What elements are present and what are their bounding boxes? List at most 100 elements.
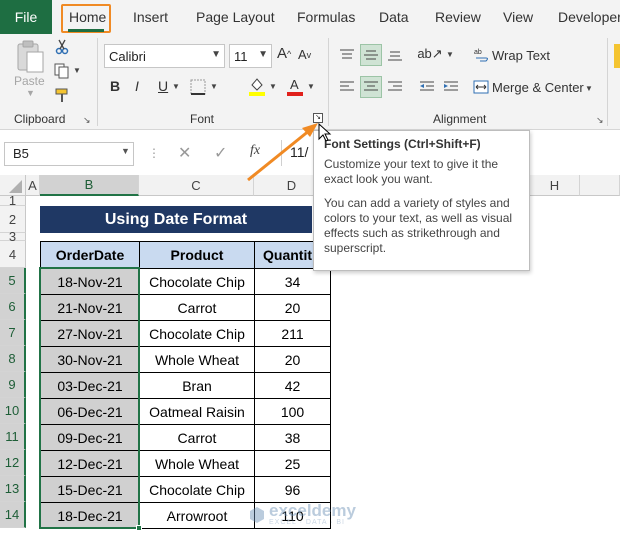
date-cell[interactable]: 03-Dec-21 [41,373,140,399]
quantity-cell[interactable]: 96 [255,477,331,503]
name-box[interactable]: B5 [4,142,134,166]
clipboard-launcher-icon[interactable]: ↘ [83,115,91,126]
quantity-cell[interactable]: 100 [255,399,331,425]
product-cell[interactable]: Arrowroot [140,503,255,529]
borders-dropdown-icon[interactable]: ▼ [210,82,218,91]
column-header-b[interactable]: B [40,175,139,196]
align-left-icon[interactable] [337,78,357,96]
product-cell[interactable]: Bran [140,373,255,399]
row-header-5[interactable]: 5 [0,268,26,294]
font-color-icon[interactable]: A [285,76,305,96]
date-cell[interactable]: 12-Dec-21 [41,451,140,477]
tab-page-layout[interactable]: Page Layout [196,0,275,34]
tab-file[interactable]: File [0,0,52,34]
merge-dropdown-icon[interactable]: ▼ [585,84,593,93]
quantity-cell[interactable]: 42 [255,373,331,399]
tab-developer[interactable]: Developer [558,0,620,34]
row-header-14[interactable]: 14 [0,502,26,528]
enter-icon[interactable]: ✓ [214,143,227,163]
fill-color-icon[interactable] [247,76,267,96]
date-cell[interactable]: 21-Nov-21 [41,295,140,321]
fill-color-dropdown-icon[interactable]: ▼ [269,82,277,91]
product-cell[interactable]: Carrot [140,425,255,451]
row-header-9[interactable]: 9 [0,372,26,398]
product-cell[interactable]: Chocolate Chip [140,269,255,295]
column-header-c[interactable]: C [139,175,254,196]
font-color-dropdown-icon[interactable]: ▼ [307,82,315,91]
tab-insert[interactable]: Insert [133,0,168,34]
quantity-cell[interactable]: 20 [255,347,331,373]
align-right-icon[interactable] [385,78,405,96]
quantity-cell[interactable]: 25 [255,451,331,477]
conditional-format-icon[interactable] [614,44,620,68]
column-header-a[interactable]: A [26,175,40,196]
tab-data[interactable]: Data [379,0,409,34]
merge-center-button[interactable]: Merge & Center [492,80,584,95]
bold-button[interactable]: B [110,78,120,94]
middle-align-icon[interactable] [360,44,382,66]
quantity-cell[interactable]: 211 [255,321,331,347]
date-cell[interactable]: 15-Dec-21 [41,477,140,503]
product-cell[interactable]: Chocolate Chip [140,321,255,347]
format-painter-icon[interactable] [54,86,70,104]
top-align-icon[interactable] [337,46,357,64]
tab-review[interactable]: Review [435,0,481,34]
column-header-i[interactable] [580,175,620,196]
row-header-10[interactable]: 10 [0,398,26,424]
wrap-text-button[interactable]: Wrap Text [492,48,550,63]
grow-font-button[interactable]: A ^ [277,45,291,62]
copy-icon[interactable] [53,62,71,80]
paste-label[interactable]: Paste [14,74,45,88]
row-header-6[interactable]: 6 [0,294,26,320]
row-header-12[interactable]: 12 [0,450,26,476]
font-name-combo[interactable]: Calibri ▼ [104,44,225,68]
underline-dropdown-icon[interactable]: ▼ [172,82,180,91]
quantity-cell[interactable]: 38 [255,425,331,451]
row-header-13[interactable]: 13 [0,476,26,502]
row-header-11[interactable]: 11 [0,424,26,450]
quantity-cell[interactable]: 20 [255,295,331,321]
copy-dropdown-icon[interactable]: ▼ [73,66,81,75]
row-header-7[interactable]: 7 [0,320,26,346]
row-header-3[interactable]: 3 [0,229,26,244]
cancel-icon[interactable]: ✕ [178,143,191,163]
column-header-h[interactable]: H [530,175,580,196]
cut-icon[interactable] [54,38,70,56]
fill-handle[interactable] [136,525,142,531]
product-cell[interactable]: Carrot [140,295,255,321]
paste-dropdown-icon[interactable]: ▼ [26,88,35,98]
tab-view[interactable]: View [503,0,533,34]
product-cell[interactable]: Chocolate Chip [140,477,255,503]
underline-button[interactable]: U [158,78,168,94]
product-cell[interactable]: Oatmeal Raisin [140,399,255,425]
date-cell[interactable]: 06-Dec-21 [41,399,140,425]
name-box-dropdown-icon[interactable]: ▼ [121,146,130,156]
font-size-combo[interactable]: 11 ▼ [229,44,272,68]
wrap-text-icon[interactable]: ab [473,46,491,64]
tab-formulas[interactable]: Formulas [297,0,355,34]
header-product[interactable]: Product [140,242,255,269]
orientation-dropdown-icon[interactable]: ▼ [446,50,454,59]
date-cell[interactable]: 27-Nov-21 [41,321,140,347]
chevron-down-icon[interactable]: ▼ [211,49,221,60]
orientation-icon[interactable]: ab↗ [417,44,442,64]
date-cell[interactable]: 30-Nov-21 [41,347,140,373]
row-header-8[interactable]: 8 [0,346,26,372]
row-header-1[interactable]: 1 [0,193,26,208]
decrease-indent-icon[interactable] [417,78,437,96]
chevron-down-icon[interactable]: ▼ [258,49,268,60]
align-center-icon[interactable] [360,76,382,98]
product-cell[interactable]: Whole Wheat [140,347,255,373]
bottom-align-icon[interactable] [385,46,405,64]
quantity-cell[interactable]: 34 [255,269,331,295]
shrink-font-button[interactable]: Av [298,47,311,62]
italic-button[interactable]: I [135,78,139,94]
date-cell[interactable]: 09-Dec-21 [41,425,140,451]
date-cell[interactable]: 18-Nov-21 [41,269,140,295]
alignment-launcher-icon[interactable]: ↘ [596,115,604,126]
increase-indent-icon[interactable] [441,78,461,96]
paste-icon[interactable] [14,40,46,76]
product-cell[interactable]: Whole Wheat [140,451,255,477]
merge-center-icon[interactable] [472,78,490,96]
row-header-4[interactable]: 4 [0,241,26,268]
